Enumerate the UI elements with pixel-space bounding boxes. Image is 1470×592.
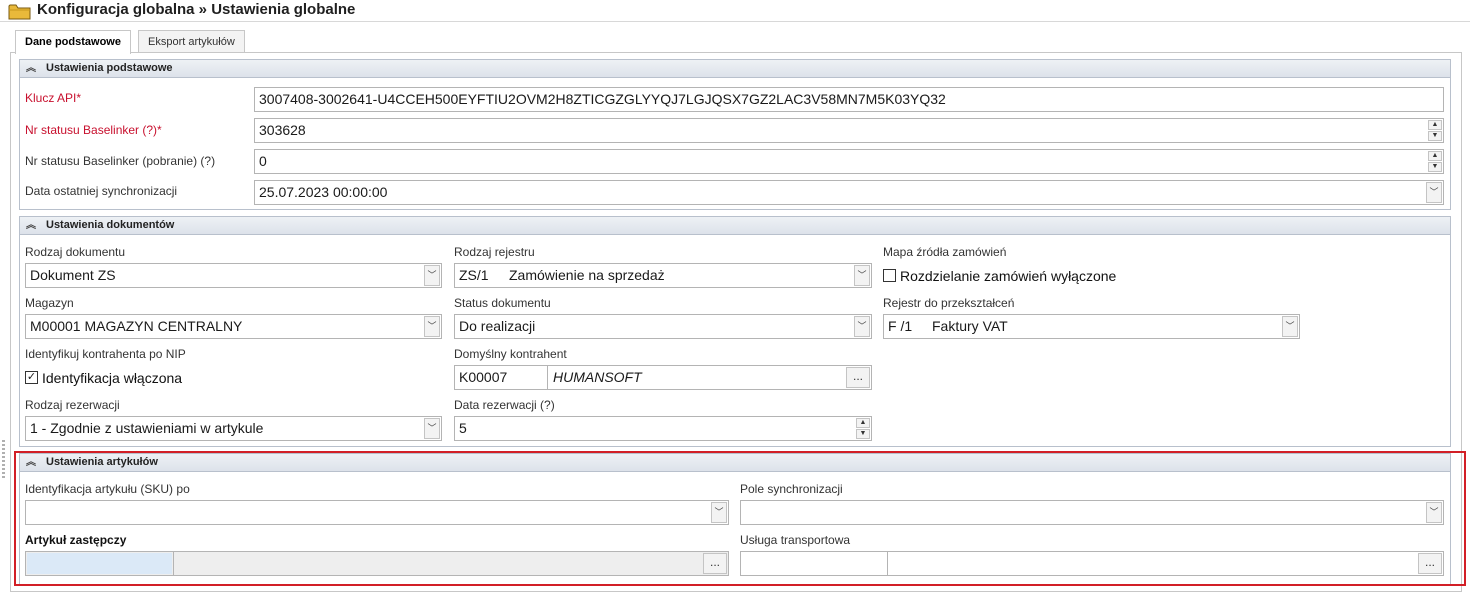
status-nr-download-stepper[interactable]: 0 ▲ ▼ [254, 149, 1444, 174]
reservation-type-label: Rodzaj rezerwacji [25, 398, 120, 412]
status-nr-label: Nr statusu Baselinker (?)* [25, 123, 162, 137]
splitter-grip[interactable] [2, 440, 5, 480]
browse-button[interactable]: ... [846, 367, 870, 388]
transport-service-picker[interactable]: ... [740, 551, 1444, 576]
warehouse-label: Magazyn [25, 296, 74, 310]
conversion-register-code: F /1 [888, 318, 913, 334]
default-contractor-code: K00007 [459, 369, 508, 385]
reservation-type-value: 1 - Zgodnie z ustawieniami w artykule [30, 420, 264, 436]
section-title: Ustawienia podstawowe [46, 62, 173, 74]
register-type-label: Rodzaj rejestru [454, 245, 535, 259]
check-mark-icon: ✓ [26, 371, 37, 383]
chevron-down-icon[interactable]: ﹀ [424, 265, 440, 286]
reservation-date-label: Data rezerwacji (?) [454, 398, 555, 412]
spin-down-icon[interactable]: ▼ [1428, 131, 1442, 141]
browse-button[interactable]: ... [703, 553, 727, 574]
identify-by-nip-checkbox[interactable]: ✓ [25, 371, 38, 384]
chevron-down-icon[interactable]: ﹀ [854, 316, 870, 337]
transport-service-label: Usługa transportowa [740, 533, 851, 547]
identify-by-nip-label: Identyfikuj kontrahenta po NIP [25, 347, 186, 361]
chevron-down-icon[interactable]: ﹀ [854, 265, 870, 286]
doc-type-value: Dokument ZS [30, 267, 116, 283]
identify-by-nip-checkbox-label[interactable]: Identyfikacja włączona [42, 370, 182, 386]
chevron-down-icon[interactable]: ﹀ [424, 418, 440, 439]
spin-up-icon[interactable]: ▲ [856, 418, 870, 428]
substitute-article-picker[interactable]: ... [25, 551, 729, 576]
api-key-label: Klucz API* [25, 91, 82, 105]
code-segment [27, 553, 172, 574]
doc-type-select[interactable]: Dokument ZS ﹀ [25, 263, 442, 288]
reservation-date-stepper[interactable]: 5 ▲ ▼ [454, 416, 872, 441]
default-contractor-picker[interactable]: K00007 HUMANSOFT ... [454, 365, 872, 390]
spin-buttons[interactable]: ▲ ▼ [1428, 120, 1442, 141]
spin-down-icon[interactable]: ▼ [856, 429, 870, 439]
collapse-chevron-icon[interactable]: ︽ [26, 60, 36, 77]
status-nr-value: 303628 [259, 122, 306, 138]
conversion-register-select[interactable]: F /1 Faktury VAT ﹀ [883, 314, 1300, 339]
order-source-map-label: Mapa źródła zamówień [883, 245, 1007, 259]
last-sync-value: 25.07.2023 00:00:00 [259, 184, 388, 200]
sku-identification-select[interactable]: ﹀ [25, 500, 729, 525]
chevron-down-icon[interactable]: ﹀ [424, 316, 440, 337]
sync-field-label: Pole synchronizacji [740, 482, 843, 496]
register-type-select[interactable]: ZS/1 Zamówienie na sprzedaż ﹀ [454, 263, 872, 288]
default-contractor-label: Domyślny kontrahent [454, 347, 567, 361]
api-key-value: 3007408-3002641-U4CCEH500EYFTIU2OVM2H8ZT… [259, 91, 946, 107]
register-type-code: ZS/1 [459, 267, 489, 283]
default-contractor-name: HUMANSOFT [553, 369, 642, 385]
section-header-basic[interactable]: ︽ Ustawienia podstawowe [20, 60, 1450, 78]
spin-up-icon[interactable]: ▲ [1428, 120, 1442, 130]
warehouse-value: M00001 MAGAZYN CENTRALNY [30, 318, 243, 334]
section-header-articles[interactable]: ︽ Ustawienia artykułów [20, 454, 1450, 472]
sync-field-select[interactable]: ﹀ [740, 500, 1444, 525]
tab-dane-podstawowe[interactable]: Dane podstawowe [15, 30, 131, 54]
chevron-down-icon[interactable]: ﹀ [1426, 182, 1442, 203]
chevron-down-icon[interactable]: ﹀ [711, 502, 727, 523]
api-key-input[interactable]: 3007408-3002641-U4CCEH500EYFTIU2OVM2H8ZT… [254, 87, 1444, 112]
doc-status-label: Status dokumentu [454, 296, 551, 310]
spin-down-icon[interactable]: ▼ [1428, 162, 1442, 172]
order-split-checkbox[interactable] [883, 269, 896, 282]
collapse-chevron-icon[interactable]: ︽ [26, 454, 36, 471]
field-divider [887, 552, 888, 575]
folder-icon [8, 4, 31, 20]
window-title: Konfiguracja globalna » Ustawienia globa… [37, 1, 356, 18]
doc-type-label: Rodzaj dokumentu [25, 245, 126, 259]
last-sync-label: Data ostatniej synchronizacji [25, 184, 178, 198]
chevron-down-icon[interactable]: ﹀ [1426, 502, 1442, 523]
title-bar: Konfiguracja globalna » Ustawienia globa… [0, 0, 1470, 22]
conversion-register-label: Rejestr do przekształceń [883, 296, 1015, 310]
spin-buttons[interactable]: ▲ ▼ [856, 418, 870, 439]
section-header-documents[interactable]: ︽ Ustawienia dokumentów [20, 217, 1450, 235]
warehouse-select[interactable]: M00001 MAGAZYN CENTRALNY ﹀ [25, 314, 442, 339]
status-nr-download-value: 0 [259, 153, 267, 169]
status-nr-stepper[interactable]: 303628 ▲ ▼ [254, 118, 1444, 143]
spin-buttons[interactable]: ▲ ▼ [1428, 151, 1442, 172]
field-divider [173, 552, 174, 575]
conversion-register-value: Faktury VAT [932, 318, 1008, 334]
chevron-down-icon[interactable]: ﹀ [1282, 316, 1298, 337]
spin-up-icon[interactable]: ▲ [1428, 151, 1442, 161]
tab-eksport-artykulow[interactable]: Eksport artykułów [138, 30, 245, 53]
doc-status-select[interactable]: Do realizacji ﹀ [454, 314, 872, 339]
doc-status-value: Do realizacji [459, 318, 536, 334]
reservation-type-select[interactable]: 1 - Zgodnie z ustawieniami w artykule ﹀ [25, 416, 442, 441]
reservation-date-value: 5 [459, 420, 467, 436]
section-title: Ustawienia artykułów [46, 456, 158, 468]
last-sync-date-picker[interactable]: 25.07.2023 00:00:00 ﹀ [254, 180, 1444, 205]
collapse-chevron-icon[interactable]: ︽ [26, 217, 36, 234]
status-nr-download-label: Nr statusu Baselinker (pobranie) (?) [25, 154, 216, 168]
order-split-checkbox-label[interactable]: Rozdzielanie zamówień wyłączone [900, 268, 1116, 284]
section-title: Ustawienia dokumentów [46, 219, 175, 231]
substitute-article-label: Artykuł zastępczy [25, 533, 127, 547]
register-type-value: Zamówienie na sprzedaż [509, 267, 665, 283]
browse-button[interactable]: ... [1418, 553, 1442, 574]
sku-identification-label: Identyfikacja artykułu (SKU) po [25, 482, 190, 496]
field-divider [547, 366, 548, 389]
